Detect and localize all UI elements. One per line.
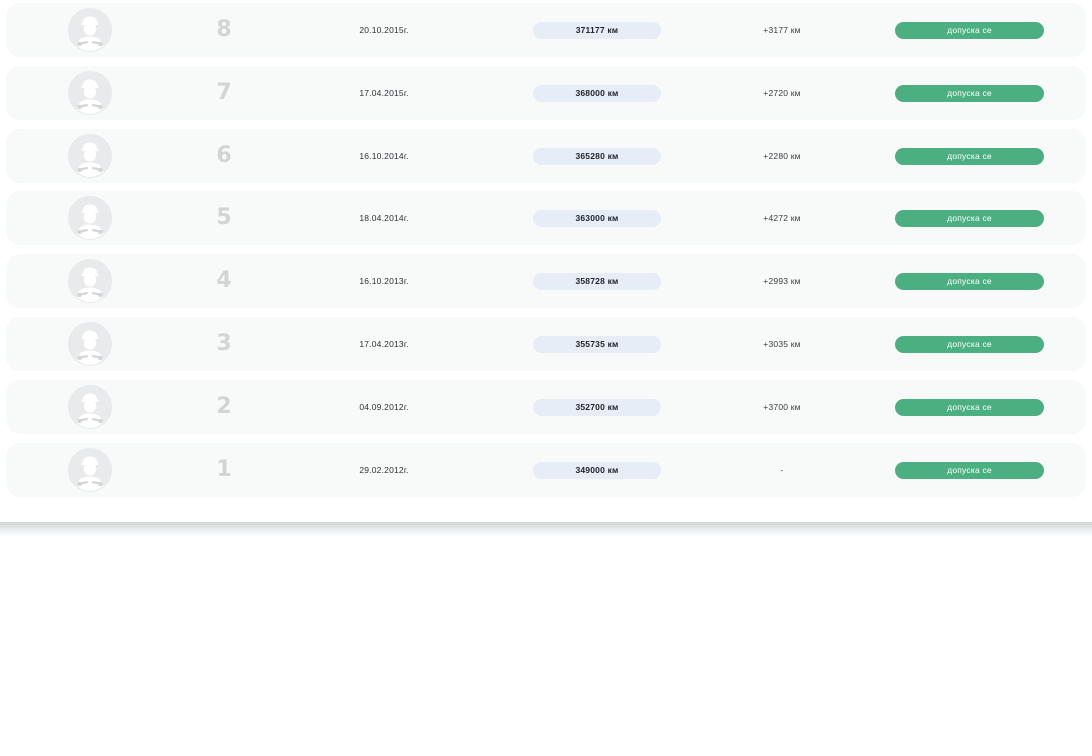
- inspection-date: 17.04.2013г.: [359, 338, 409, 349]
- mileage-badge: 349000 км: [533, 461, 661, 479]
- inspection-row: 5 18.04.2014г. 363000 км +4272 км допуск…: [6, 191, 1086, 246]
- status-badge: допуска се: [895, 210, 1044, 228]
- mechanic-avatar-icon: [68, 70, 112, 115]
- inspection-number: 7: [216, 79, 232, 105]
- status-badge: допуска се: [895, 147, 1044, 165]
- mechanic-avatar-icon: [68, 321, 112, 366]
- mileage-difference: +2280 км: [763, 150, 801, 161]
- inspection-date: 18.04.2014г.: [359, 213, 409, 224]
- mechanic-avatar-icon: [68, 8, 112, 52]
- inspection-number: 1: [216, 456, 232, 482]
- panel-shadow: [0, 522, 1092, 536]
- inspection-date: 17.04.2015г.: [359, 87, 409, 98]
- status-badge: допуска се: [895, 84, 1044, 102]
- mileage-badge: 355735 км: [533, 335, 661, 353]
- inspection-number: 3: [216, 330, 232, 356]
- status-badge: допуска се: [895, 22, 1044, 39]
- mileage-badge: 371177 км: [533, 22, 661, 39]
- inspection-row: 3 17.04.2013г. 355735 км +3035 км допуск…: [6, 316, 1086, 371]
- mechanic-avatar-icon: [68, 384, 112, 429]
- mechanic-avatar-icon: [68, 133, 112, 178]
- inspection-number: 2: [216, 393, 232, 419]
- status-badge: допуска се: [895, 461, 1044, 479]
- inspection-row: 2 04.09.2012г. 352700 км +3700 км допуск…: [6, 379, 1086, 434]
- inspection-number: 4: [216, 268, 232, 294]
- inspection-list: 8 20.10.2015г. 371177 км +3177 км допуск…: [6, 3, 1086, 505]
- inspection-row: 6 16.10.2014г. 365280 км +2280 км допуск…: [6, 128, 1086, 183]
- inspection-row: 8 20.10.2015г. 371177 км +3177 км допуск…: [6, 3, 1086, 57]
- status-badge: допуска се: [895, 273, 1044, 291]
- mileage-badge: 352700 км: [533, 398, 661, 416]
- mileage-badge: 363000 км: [533, 210, 661, 228]
- inspection-number: 5: [216, 205, 232, 231]
- inspection-date: 16.10.2014г.: [359, 150, 409, 161]
- inspection-history-panel: 8 20.10.2015г. 371177 км +3177 км допуск…: [0, 0, 1092, 522]
- mileage-difference: -: [780, 464, 784, 475]
- mileage-difference: +4272 км: [763, 213, 801, 224]
- inspection-date: 16.10.2013г.: [359, 276, 409, 287]
- inspection-number: 8: [216, 17, 232, 42]
- inspection-date: 29.02.2012г.: [359, 464, 409, 475]
- inspection-date: 04.09.2012г.: [359, 401, 409, 412]
- mileage-difference: +3700 км: [763, 401, 801, 412]
- mileage-difference: +2720 км: [763, 87, 801, 98]
- mechanic-avatar-icon: [68, 196, 112, 241]
- inspection-number: 6: [216, 142, 232, 168]
- status-badge: допуска се: [895, 335, 1044, 353]
- mechanic-avatar-icon: [68, 259, 112, 304]
- mileage-difference: +3035 км: [763, 338, 801, 349]
- inspection-row: 1 29.02.2012г. 349000 км - допуска се: [6, 442, 1086, 497]
- mileage-badge: 365280 км: [533, 147, 661, 165]
- inspection-row: 4 16.10.2013г. 358728 км +2993 км допуск…: [6, 254, 1086, 309]
- inspection-date: 20.10.2015г.: [359, 25, 409, 35]
- mechanic-avatar-icon: [68, 447, 112, 492]
- inspection-row: 7 17.04.2015г. 368000 км +2720 км допуск…: [6, 65, 1086, 120]
- mileage-difference: +3177 км: [763, 25, 801, 35]
- mileage-badge: 358728 км: [533, 273, 661, 291]
- mileage-badge: 368000 км: [533, 84, 661, 102]
- status-badge: допуска се: [895, 398, 1044, 416]
- mileage-difference: +2993 км: [763, 276, 801, 287]
